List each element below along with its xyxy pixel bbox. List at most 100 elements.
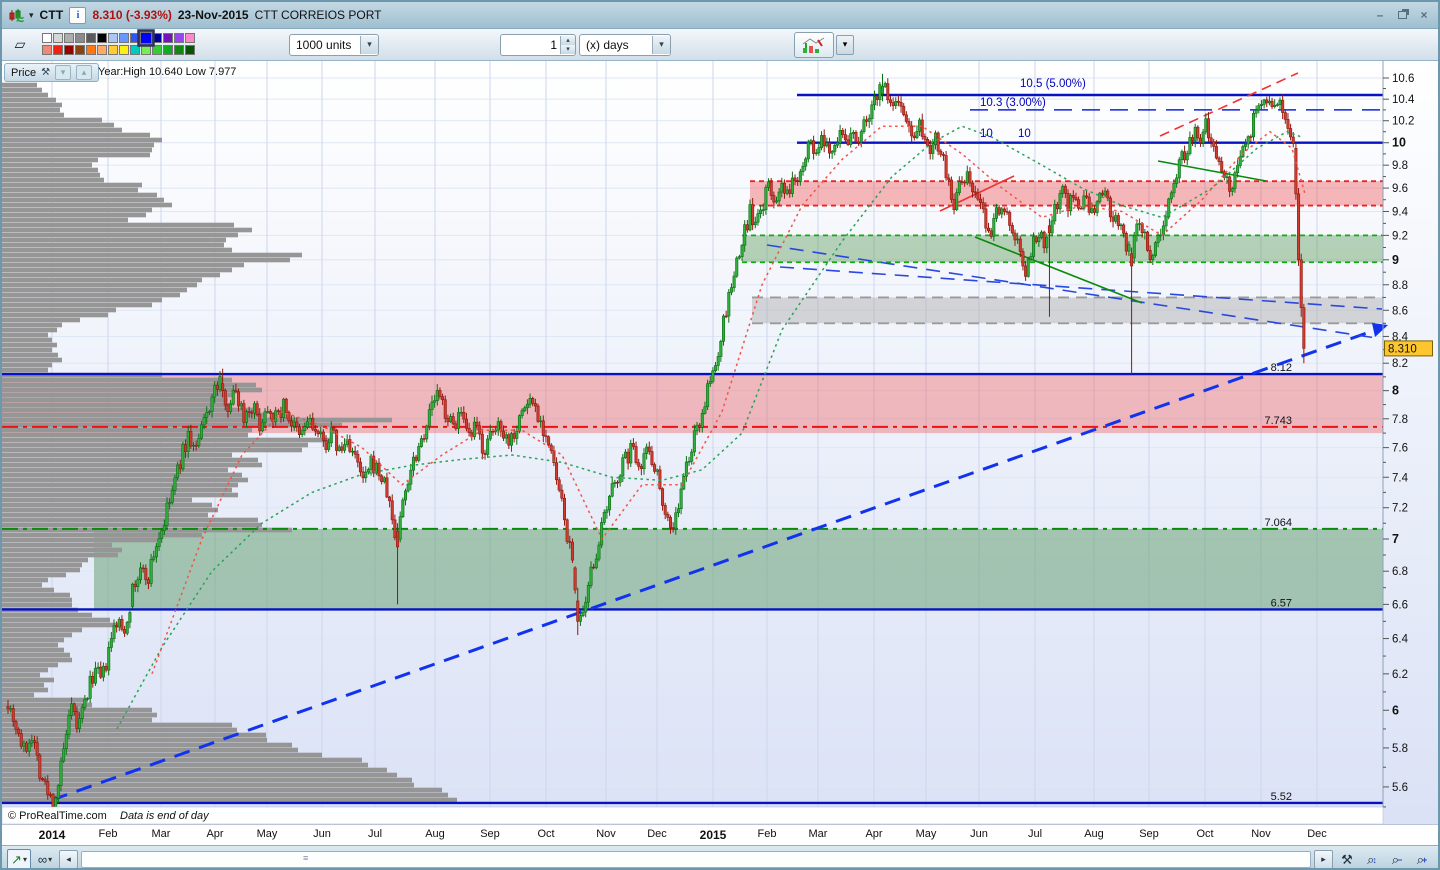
wrench-icon[interactable]: ⚒ bbox=[41, 67, 50, 78]
chart-type-button[interactable] bbox=[794, 31, 834, 58]
color-swatch-33cc33[interactable] bbox=[152, 45, 162, 55]
period-dropdown-caret[interactable]: ▾ bbox=[652, 35, 670, 54]
candle-body bbox=[369, 455, 373, 470]
candle-body bbox=[586, 585, 590, 603]
color-swatch-ffaa66[interactable] bbox=[97, 45, 107, 55]
price-panel-tab[interactable]: Price ⚒ ▾ ▴ bbox=[4, 63, 100, 82]
candle-body bbox=[597, 544, 601, 560]
color-swatch-6699ff[interactable] bbox=[119, 33, 129, 43]
color-swatch-00ccbb[interactable] bbox=[130, 45, 140, 55]
volume-profile-bar bbox=[2, 192, 157, 198]
time-axis-label-nov: Nov bbox=[1251, 828, 1271, 840]
chart-type-caret[interactable]: ▾ bbox=[836, 34, 854, 55]
move-down-icon[interactable]: ▾ bbox=[55, 65, 72, 80]
color-swatch-5a5a5a[interactable] bbox=[86, 33, 96, 43]
zoom-fit-button[interactable]: ⌕ ↕ bbox=[1361, 850, 1383, 869]
candle-body bbox=[46, 781, 50, 795]
quote-date: 23-Nov-2015 bbox=[177, 8, 249, 22]
color-swatch-d6d6d6[interactable] bbox=[53, 33, 63, 43]
period-dropdown[interactable]: (x) days ▾ bbox=[579, 33, 671, 56]
candle-body bbox=[756, 213, 760, 223]
color-swatch-7711bb[interactable] bbox=[163, 33, 173, 43]
color-swatch-ff7711[interactable] bbox=[86, 45, 96, 55]
color-swatch-990000[interactable] bbox=[64, 45, 74, 55]
candle-body bbox=[1286, 119, 1290, 129]
chart-settings-button[interactable]: ⚒ bbox=[1336, 850, 1358, 869]
candle-body bbox=[425, 425, 429, 440]
chart-area[interactable]: 8.12 7.743 7.064 6.57 5.52 10.5 (5.00%) 10.3 (… bbox=[2, 61, 1438, 824]
volume-profile-bar bbox=[2, 227, 252, 233]
bars-count-spinner[interactable]: 1 ▴ ▾ bbox=[500, 33, 576, 56]
color-swatch-ffcc33[interactable] bbox=[108, 45, 118, 55]
color-swatch-0000ff[interactable] bbox=[137, 29, 155, 47]
candle-body bbox=[263, 411, 267, 424]
candle-body bbox=[382, 477, 386, 482]
scroll-left-button[interactable]: ◂ bbox=[59, 850, 78, 868]
color-swatch-118811[interactable] bbox=[174, 45, 184, 55]
pitchfork-tool[interactable]: ⋔ bbox=[7, 2, 33, 6]
price-axis-label-9.8: 9.8 bbox=[1392, 160, 1408, 172]
pattern-tool[interactable]: ≈ bbox=[7, 6, 33, 32]
color-swatch-ffee11[interactable] bbox=[119, 45, 129, 55]
candle-body bbox=[59, 760, 63, 786]
candle-body bbox=[101, 666, 105, 678]
move-up-icon[interactable]: ▴ bbox=[76, 65, 93, 80]
color-swatch-77ee55[interactable] bbox=[141, 45, 151, 55]
candle-body bbox=[459, 412, 463, 414]
units-dropdown[interactable]: 1000 units ▾ bbox=[289, 33, 379, 56]
spinner-arrows[interactable]: ▴ ▾ bbox=[560, 35, 575, 54]
link-instrument-button[interactable]: ∞ ▾ bbox=[34, 850, 56, 869]
candle-body bbox=[981, 202, 985, 210]
candle-body bbox=[520, 410, 524, 416]
color-swatch-f08878[interactable] bbox=[42, 45, 52, 55]
color-swatch-000099[interactable] bbox=[152, 33, 162, 43]
color-swatch-a9c7f2[interactable] bbox=[108, 33, 118, 43]
volume-profile-bar bbox=[2, 447, 302, 453]
candle-body bbox=[1008, 212, 1012, 226]
color-swatch-000000[interactable] bbox=[97, 33, 107, 43]
color-swatch-11aa22[interactable] bbox=[163, 45, 173, 55]
restore-icon[interactable] bbox=[1394, 8, 1410, 22]
candle-body bbox=[1146, 231, 1150, 251]
scrollbar-grip[interactable]: ≡ bbox=[303, 852, 308, 865]
volume-profile-bar bbox=[2, 257, 290, 263]
candle-body bbox=[300, 430, 304, 435]
units-dropdown-caret[interactable]: ▾ bbox=[360, 35, 378, 54]
candle-body bbox=[435, 390, 439, 401]
candle-body bbox=[337, 446, 341, 451]
candle-body bbox=[491, 430, 495, 433]
candle-body bbox=[714, 365, 718, 372]
color-swatch-ffffff[interactable] bbox=[42, 33, 52, 43]
color-swatch-8a8a8a[interactable] bbox=[75, 33, 85, 43]
candle-body bbox=[716, 356, 720, 366]
volume-profile-bar bbox=[2, 117, 102, 123]
zoom-out-button[interactable]: ⌕ − bbox=[1386, 850, 1408, 869]
window-titlebar[interactable]: ▾ CTT i 8.310 (-3.93%) 23-Nov-2015 CTT C… bbox=[2, 2, 1438, 29]
candle-body bbox=[282, 398, 286, 418]
export-chart-button[interactable]: ↗ ▾ bbox=[7, 848, 31, 868]
horizontal-scrollbar[interactable]: ≡ bbox=[81, 851, 1311, 868]
time-axis-label-aug: Aug bbox=[425, 828, 445, 840]
color-swatch-3355ee[interactable] bbox=[130, 33, 140, 43]
color-swatch-adadad[interactable] bbox=[64, 33, 74, 43]
color-swatch-055505[interactable] bbox=[185, 45, 195, 55]
candle-body bbox=[994, 207, 998, 219]
instrument-symbol: CTT bbox=[39, 8, 64, 22]
price-chart[interactable]: 8.127.7437.0646.575.5210.5 (5.00%)10.3 (… bbox=[2, 61, 1440, 824]
scroll-right-button[interactable]: ▸ bbox=[1314, 850, 1333, 868]
color-swatch-884411[interactable] bbox=[75, 45, 85, 55]
color-swatch-ff88cc[interactable] bbox=[185, 33, 195, 43]
candle-body bbox=[202, 417, 206, 426]
color-swatch-ee2211[interactable] bbox=[53, 45, 63, 55]
zoom-in-button[interactable]: ⌕ + bbox=[1411, 850, 1433, 869]
info-icon[interactable]: i bbox=[69, 6, 87, 24]
color-swatch-9944ee[interactable] bbox=[174, 33, 184, 43]
minimize-icon[interactable]: – bbox=[1372, 8, 1388, 22]
ruler-tool[interactable]: ▱ bbox=[7, 32, 33, 58]
candle-body bbox=[634, 446, 638, 464]
candle-body bbox=[880, 86, 884, 95]
candle-body bbox=[547, 436, 551, 446]
candle-body bbox=[146, 579, 150, 584]
close-icon[interactable]: × bbox=[1416, 8, 1432, 22]
candle-body bbox=[753, 221, 757, 226]
